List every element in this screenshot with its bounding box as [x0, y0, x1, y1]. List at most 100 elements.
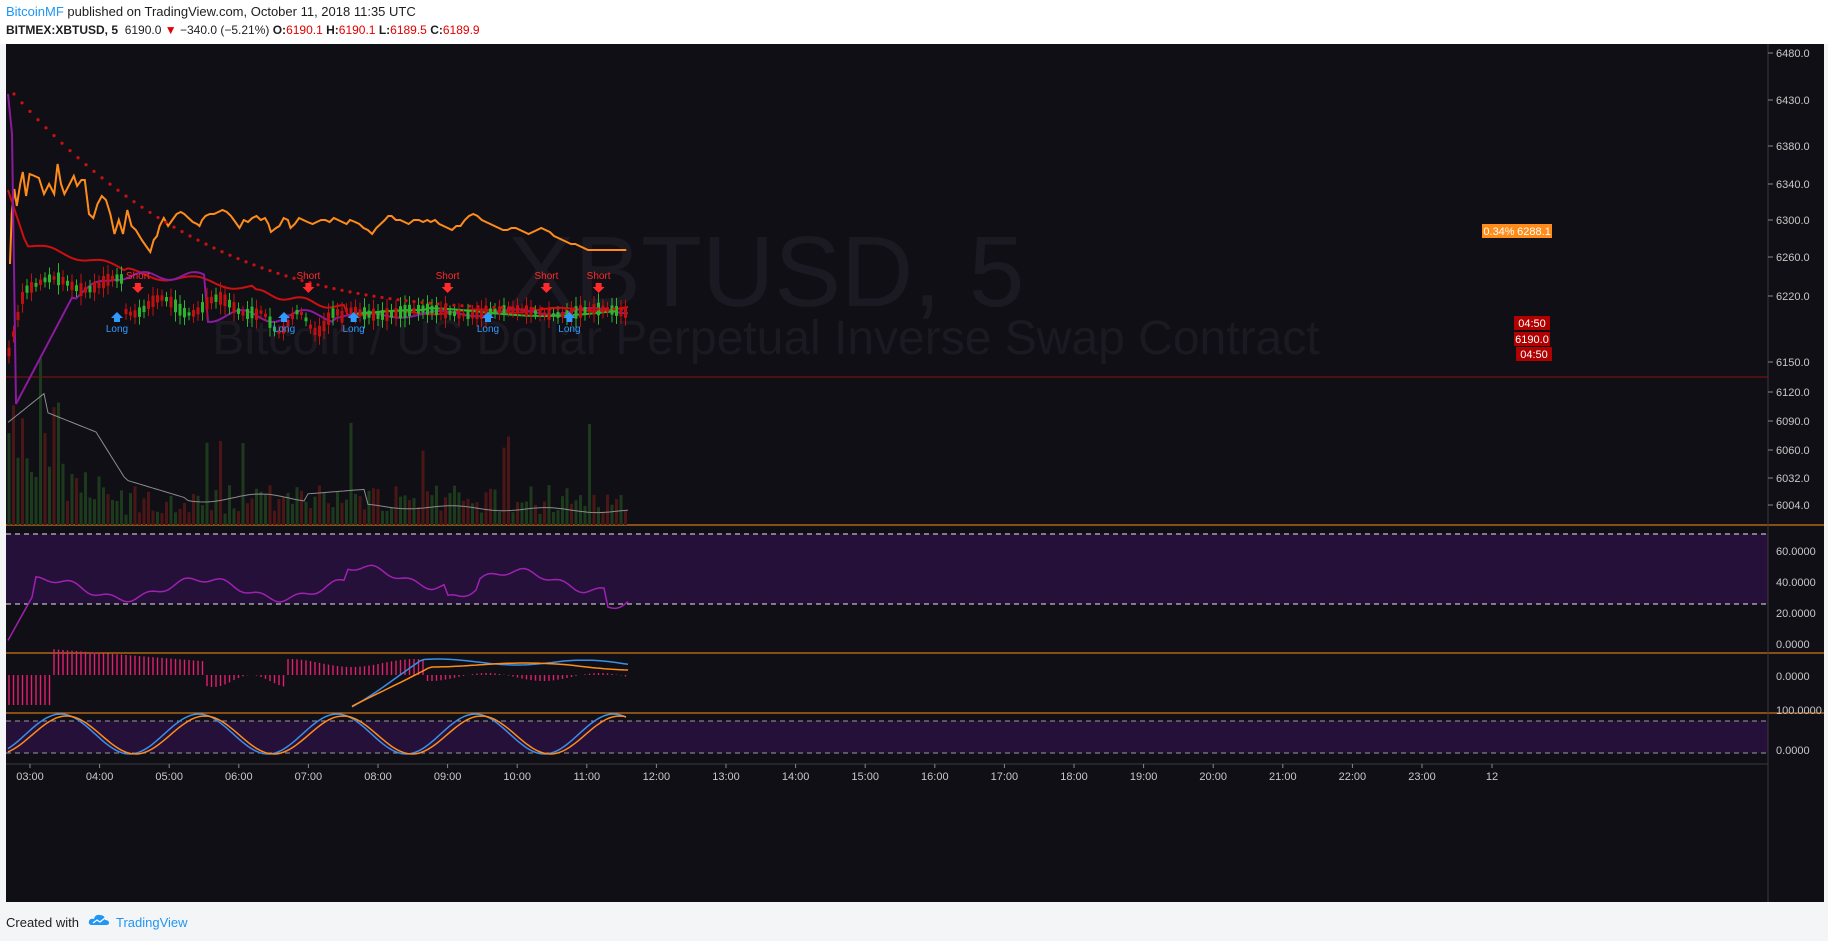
trend-dot: [92, 169, 96, 173]
macd-axis[interactable]: 0.0000: [1776, 671, 1810, 683]
short-signal-label: Short: [126, 271, 150, 282]
candle-body: [579, 305, 582, 318]
author-link[interactable]: BitcoinMF: [6, 4, 64, 19]
chart-canvas[interactable]: XBTUSD, 5 Bitcoin / US Dollar Perpetual …: [6, 44, 1824, 902]
last-price-label: 6190.0: [1515, 334, 1549, 346]
trend-dot: [604, 307, 608, 311]
price-tick-label: 6260.0: [1776, 252, 1810, 264]
candle-body: [336, 309, 339, 316]
candle-body: [331, 308, 335, 318]
rsi-tick-label: 20.0000: [1776, 608, 1816, 620]
candle-body: [412, 307, 416, 312]
candle-body: [151, 295, 155, 308]
trend-dot: [76, 156, 80, 160]
time-tick-label: 11:00: [573, 771, 600, 783]
time-axis[interactable]: 03:00 04:00 05:00 06:00 07:00 08:00 09:00 10:00…: [16, 764, 1498, 783]
tradingview-cloud-icon[interactable]: [88, 912, 110, 928]
volume-bar: [556, 509, 560, 525]
symbol-label[interactable]: BITMEX:XBTUSD, 5: [6, 23, 118, 37]
candle-body: [304, 317, 308, 322]
price-tick-label: 6060.0: [1776, 445, 1810, 457]
candle-body: [241, 311, 245, 316]
long-signal-label: Long: [477, 324, 499, 335]
volume-bar: [178, 508, 182, 525]
down-arrow-icon: [131, 283, 144, 293]
candle-body: [84, 287, 87, 293]
trend-dot: [100, 176, 104, 180]
short-signal-label: Short: [587, 271, 611, 282]
tradingview-brand-link[interactable]: TradingView: [116, 915, 188, 930]
candle-body: [372, 308, 375, 321]
trend-dot: [204, 242, 208, 246]
trend-dot: [260, 266, 264, 270]
stoch-tick-label: 0.0000: [1776, 745, 1810, 757]
candle-body: [106, 273, 110, 286]
price-tick-label: 6380.0: [1776, 141, 1810, 153]
volume-bar: [358, 496, 362, 525]
volume-bar: [403, 495, 407, 525]
macd-signal-line: [351, 662, 629, 707]
candle-body: [556, 312, 560, 318]
rsi-band: [6, 534, 1768, 604]
volume-bar: [610, 504, 614, 525]
volume-bar: [615, 499, 618, 525]
published-text: published on TradingView.com, October 11…: [63, 4, 416, 19]
candle-body: [552, 313, 555, 317]
volume-bar: [295, 487, 299, 525]
volume-bar: [165, 501, 168, 525]
price-tick-label: 6340.0: [1776, 179, 1810, 191]
volume-bar: [138, 512, 141, 525]
candle-body: [421, 305, 425, 313]
time-badge-top-label: 04:50: [1518, 318, 1546, 330]
volume-bar: [543, 501, 546, 525]
candle-body: [66, 280, 69, 286]
chart-area[interactable]: XBTUSD, 5 Bitcoin / US Dollar Perpetual …: [6, 44, 1824, 902]
trend-dot: [164, 220, 168, 224]
volume-bar: [520, 502, 524, 525]
candle-body: [183, 307, 186, 318]
volume-bar: [484, 492, 488, 525]
volume-bar: [435, 485, 438, 525]
trend-dot: [468, 304, 472, 308]
candle-body: [300, 311, 303, 316]
trend-dot: [572, 307, 576, 311]
volume-bar: [156, 511, 159, 525]
candle-body: [615, 305, 618, 316]
candle-body: [115, 274, 119, 282]
trend-dot: [316, 283, 320, 287]
candle-body: [426, 303, 429, 315]
rsi-axis[interactable]: 60.0000 40.0000 20.0000 0.0000: [1776, 546, 1816, 651]
volume-bar: [111, 499, 114, 525]
long-signal-label: Long: [343, 324, 365, 335]
price-tick-label: 6032.0: [1776, 473, 1810, 485]
trend-dot: [324, 285, 328, 289]
price-axis[interactable]: 6480.0 6430.0 6380.0 6340.0 6300.0 6260.0 6220…: [1768, 48, 1810, 512]
volume-bar: [259, 491, 263, 525]
price-change: −340.0 (−5.21%): [179, 23, 270, 37]
candle-body: [228, 299, 231, 308]
publish-line: BitcoinMF published on TradingView.com, …: [6, 4, 416, 19]
trend-dot: [60, 141, 64, 145]
volume-bar: [597, 507, 600, 525]
volume-bar: [624, 510, 627, 525]
volume-bar: [354, 493, 357, 525]
stoch-axis[interactable]: 100.0000 0.0000: [1776, 705, 1822, 757]
volume-bar: [48, 466, 51, 525]
trend-dot: [500, 306, 504, 310]
volume-bar: [394, 486, 398, 525]
candle-body: [205, 297, 209, 310]
open-label: O:: [272, 23, 287, 37]
trend-dot: [396, 298, 400, 302]
time-tick-label: 03:00: [16, 771, 44, 783]
time-tick-label: 16:00: [921, 771, 949, 783]
rsi-tick-label: 60.0000: [1776, 546, 1816, 558]
trend-dot: [364, 293, 368, 297]
trend-dot: [620, 307, 624, 311]
time-tick-label: 04:00: [86, 771, 114, 783]
candle-body: [210, 296, 213, 304]
volume-bar: [318, 485, 321, 525]
volume-bar: [331, 507, 335, 525]
volume-bar: [79, 492, 83, 525]
candle-body: [291, 313, 294, 320]
volume-bar: [493, 489, 497, 525]
